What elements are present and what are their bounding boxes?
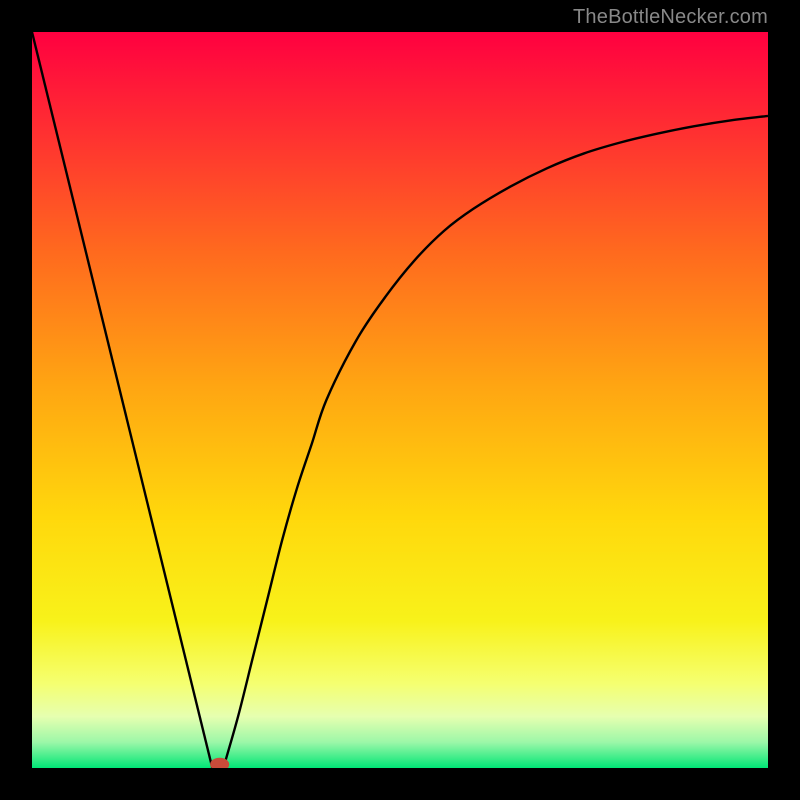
bottleneck-chart: [32, 32, 768, 768]
chart-frame: [32, 32, 768, 768]
attribution-text: TheBottleNecker.com: [573, 6, 768, 29]
gradient-background: [32, 32, 768, 768]
